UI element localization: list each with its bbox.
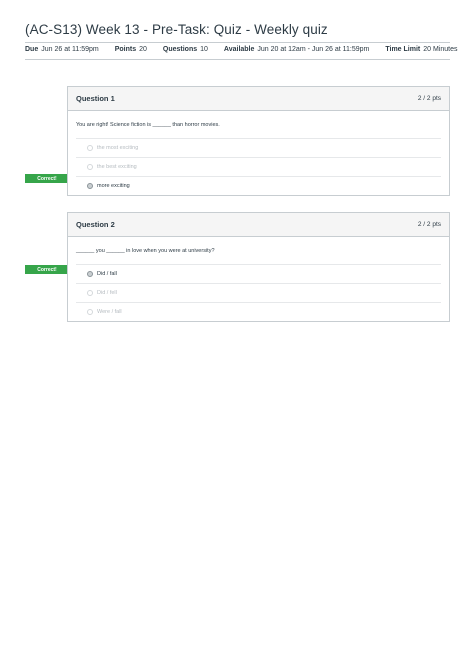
- radio-selected-icon[interactable]: [87, 183, 93, 189]
- answer-label: the most exciting: [97, 145, 139, 151]
- due-label: Due: [25, 46, 39, 53]
- question-body: ______ you ______ in love when you were …: [68, 237, 449, 321]
- radio-icon[interactable]: [87, 164, 93, 170]
- question-points: 2 / 2 pts: [417, 95, 441, 102]
- available-value: Jun 20 at 12am - Jun 26 at 11:59pm: [257, 46, 370, 53]
- question-name: Question 1: [76, 94, 115, 103]
- title-divider: [25, 42, 450, 43]
- correct-badge: Correct!: [25, 174, 69, 183]
- radio-icon[interactable]: [87, 145, 93, 151]
- radio-selected-icon[interactable]: [87, 271, 93, 277]
- answer-option-selected[interactable]: more exciting: [76, 177, 441, 195]
- due-meta: Due Jun 26 at 11:59pm: [25, 46, 99, 53]
- question-card: Question 2 2 / 2 pts ______ you ______ i…: [67, 212, 450, 322]
- answer-option[interactable]: Did / fell: [76, 284, 441, 303]
- meta-divider: [25, 59, 450, 60]
- page-title: (AC-S13) Week 13 - Pre-Task: Quiz - Week…: [25, 22, 328, 37]
- answer-option-selected[interactable]: Did / fall: [76, 265, 441, 284]
- question-body: You are right! Science fiction is ______…: [68, 111, 449, 195]
- question-text: ______ you ______ in love when you were …: [76, 248, 215, 254]
- question-text: You are right! Science fiction is ______…: [76, 122, 220, 128]
- time-limit-label: Time Limit: [385, 46, 421, 53]
- question-header: Question 2 2 / 2 pts: [68, 213, 449, 237]
- answer-option[interactable]: the best exciting: [76, 158, 441, 177]
- radio-icon[interactable]: [87, 290, 93, 296]
- answer-option[interactable]: the most exciting: [76, 139, 441, 158]
- answer-list: Did / fall Did / fell Were / fall: [76, 264, 441, 321]
- answer-label: Were / fall: [97, 309, 122, 315]
- radio-icon[interactable]: [87, 309, 93, 315]
- quiz-meta-bar: Due Jun 26 at 11:59pm Points 20 Questions 1…: [25, 46, 458, 53]
- answer-label: the best exciting: [97, 164, 137, 170]
- time-limit-meta: Time Limit 20 Minutes: [385, 46, 457, 53]
- due-value: Jun 26 at 11:59pm: [41, 46, 99, 53]
- answer-label: more exciting: [97, 183, 130, 189]
- question-points: 2 / 2 pts: [417, 221, 441, 228]
- questions-value: 10: [200, 46, 208, 53]
- questions-meta: Questions 10: [163, 46, 208, 53]
- available-label: Available: [223, 46, 255, 53]
- question-card: Question 1 2 / 2 pts You are right! Scie…: [67, 86, 450, 196]
- points-label: Points: [114, 46, 137, 53]
- question-name: Question 2: [76, 220, 115, 229]
- correct-badge: Correct!: [25, 265, 69, 274]
- answer-option[interactable]: Were / fall: [76, 303, 441, 321]
- points-value: 20: [139, 46, 147, 53]
- points-meta: Points 20: [115, 46, 147, 53]
- time-limit-value: 20 Minutes: [423, 46, 458, 53]
- answer-label: Did / fall: [97, 271, 117, 277]
- questions-label: Questions: [162, 46, 198, 53]
- answer-label: Did / fell: [97, 290, 117, 296]
- available-meta: Available Jun 20 at 12am - Jun 26 at 11:5…: [224, 46, 369, 53]
- question-header: Question 1 2 / 2 pts: [68, 87, 449, 111]
- answer-list: the most exciting the best exciting more…: [76, 138, 441, 195]
